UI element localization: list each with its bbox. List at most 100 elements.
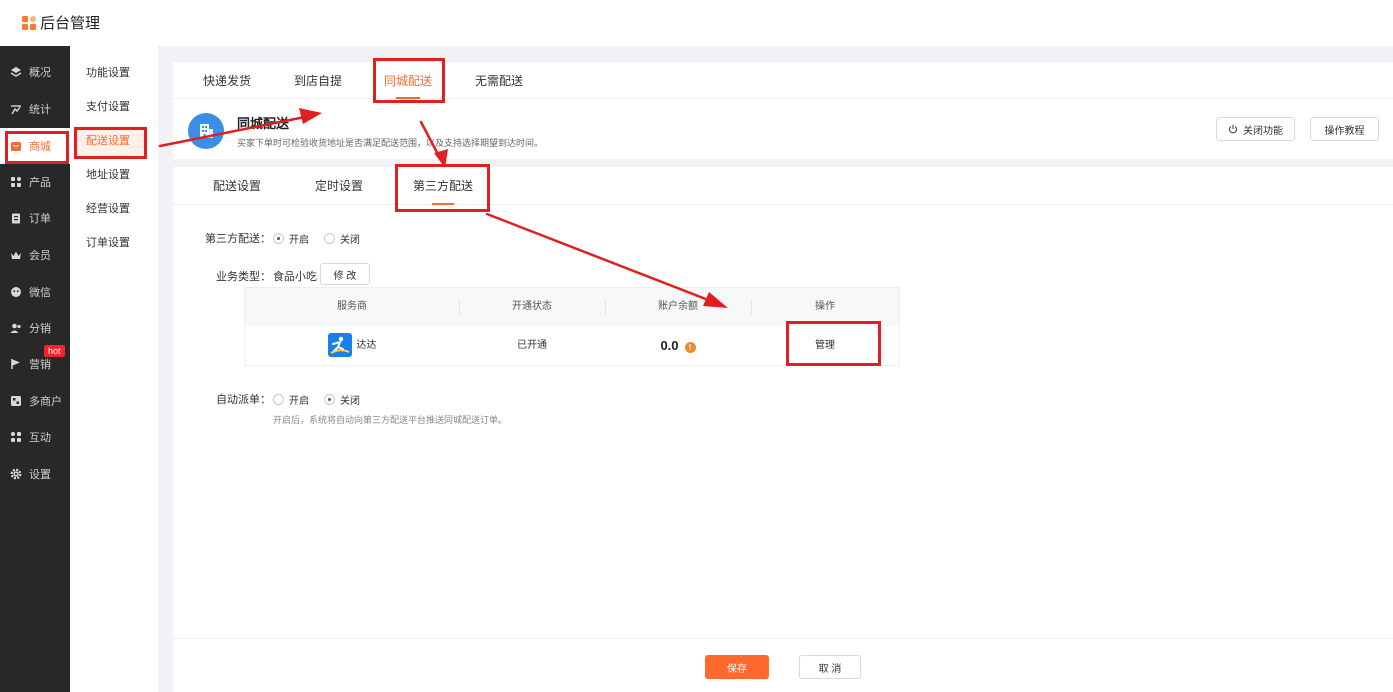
radio-dot [273, 394, 284, 405]
sidebar-item-label: 订单 [29, 213, 51, 225]
layers-icon [10, 66, 22, 78]
third-party-close-radio[interactable]: 关闭 [324, 231, 360, 246]
users-icon [10, 322, 22, 334]
sidebar-item-label: 设置 [29, 469, 51, 481]
manage-link[interactable]: 管理 [751, 326, 899, 365]
sidebar-item-label: 商城 [29, 141, 51, 153]
tab-third-party-delivery[interactable]: 第三方配送 [413, 167, 473, 205]
third-party-label: 第三方配送： [205, 233, 271, 245]
radio-label: 开启 [289, 235, 309, 246]
sidebar-item-marketing[interactable]: 营销 [0, 346, 70, 382]
cell-status: 已开通 [517, 340, 547, 351]
clipboard-icon [10, 212, 22, 224]
feature-description: 买家下单时可检验收货地址是否满足配送范围，以及支持选择期望到达时间。 [237, 138, 544, 148]
cell-balance: 0.0! [605, 326, 751, 365]
tab-delivery-settings[interactable]: 配送设置 [213, 167, 261, 205]
dada-logo-icon [327, 333, 352, 358]
form-footer: 保存 取 消 [173, 638, 1393, 692]
settings-tabs: 配送设置 定时设置 第三方配送 [173, 167, 1393, 205]
tutorial-button[interactable]: 操作教程 [1310, 117, 1379, 141]
header-action: 操作 [815, 301, 835, 312]
sidebar-item-label: 多商户 [29, 396, 62, 408]
sidebar-item-stats[interactable]: 统计 [0, 91, 70, 127]
sidebar-item-interaction[interactable]: 互动 [0, 419, 70, 455]
sidebar-item-label: 互动 [29, 432, 51, 444]
sidebar-item-products[interactable]: 产品 [0, 164, 70, 200]
third-party-open-radio[interactable]: 开启 [273, 231, 309, 246]
sidebar-item-overview[interactable]: 概况 [0, 54, 70, 90]
sidebar-item-label: 统计 [29, 104, 51, 116]
tab-express[interactable]: 快递发货 [203, 62, 251, 99]
sidebar-item-orders[interactable]: 订单 [0, 200, 70, 236]
delivery-type-card: 快递发货 到店自提 同城配送 无需配送 同城配送 买家下单时可检验收货地址是否满… [173, 62, 1393, 159]
subnav-item-function[interactable]: 功能设置 [74, 58, 146, 88]
header-provider: 服务商 [337, 301, 367, 312]
third-party-provider-table: 服务商 开通状态 账户余额 操作 达达 已开通 0.0! 管理 [244, 287, 900, 366]
modify-business-type-button[interactable]: 修 改 [320, 263, 370, 285]
header-status: 开通状态 [512, 301, 552, 312]
shop-icon [10, 140, 22, 152]
top-bar: 后台管理 [0, 0, 1393, 46]
radio-label: 开启 [289, 396, 309, 407]
wechat-icon [10, 286, 22, 298]
save-button[interactable]: 保存 [705, 655, 769, 679]
flag-icon [10, 358, 22, 370]
auto-dispatch-open-radio[interactable]: 开启 [273, 392, 309, 407]
store-icon [10, 395, 22, 407]
subnav-item-delivery[interactable]: 配送设置 [74, 126, 146, 156]
power-icon [1228, 124, 1238, 134]
provider-name: 达达 [356, 340, 377, 351]
radio-dot [324, 394, 335, 405]
subnav-item-payment[interactable]: 支付设置 [74, 92, 146, 122]
sidebar-item-multi-merchant[interactable]: 多商户 [0, 383, 70, 419]
sidebar-item-label: 微信 [29, 287, 51, 299]
business-type-label: 业务类型： [216, 271, 271, 283]
table-header: 服务商 开通状态 账户余额 操作 [245, 288, 899, 326]
info-icon[interactable]: ! [684, 341, 696, 353]
sidebar-item-wechat[interactable]: 微信 [0, 274, 70, 310]
radio-dot [273, 233, 284, 244]
subnav-item-business[interactable]: 经营设置 [74, 194, 146, 224]
gear-icon [10, 468, 22, 480]
interact-icon [10, 431, 22, 443]
close-feature-label: 关闭功能 [1243, 125, 1283, 137]
subnav-item-address[interactable]: 地址设置 [74, 160, 146, 190]
crown-icon [10, 249, 22, 261]
sidebar-item-settings[interactable]: 设置 [0, 456, 70, 492]
logo-icon [22, 15, 36, 30]
app-logo[interactable]: 后台管理 [22, 12, 100, 33]
app-title: 后台管理 [40, 15, 101, 32]
close-feature-button[interactable]: 关闭功能 [1216, 117, 1295, 141]
sidebar-item-label: 营销 [29, 359, 51, 371]
auto-dispatch-close-radio[interactable]: 关闭 [324, 392, 360, 407]
sidebar-item-members[interactable]: 会员 [0, 237, 70, 273]
delivery-type-tabs: 快递发货 到店自提 同城配送 无需配送 [173, 62, 1393, 99]
auto-dispatch-label: 自动派单： [216, 394, 271, 406]
cancel-button[interactable]: 取 消 [799, 655, 861, 679]
delivery-settings-card: 配送设置 定时设置 第三方配送 第三方配送： 开启 关闭 业务类型： 食品小吃 … [173, 167, 1393, 692]
radio-label: 关闭 [340, 396, 360, 407]
tab-pickup[interactable]: 到店自提 [294, 62, 342, 99]
business-type-value: 食品小吃 [273, 271, 317, 283]
auto-dispatch-hint: 开启后，系统将自动向第三方配送平台推送同城配送订单。 [273, 415, 508, 425]
radio-label: 关闭 [340, 235, 360, 246]
tab-no-delivery[interactable]: 无需配送 [475, 62, 523, 99]
sidebar-item-label: 分销 [29, 323, 51, 335]
sidebar: 概况 统计 商城 产品 订单 会员 微信 分销 hot 营销 多商户 互动 设置 [0, 46, 70, 692]
header-balance: 账户余额 [658, 301, 698, 312]
sidebar-item-shop[interactable]: 商城 [0, 128, 70, 164]
sub-navigation: 功能设置 支付设置 配送设置 地址设置 经营设置 订单设置 [70, 46, 158, 692]
chart-icon [10, 103, 22, 115]
sidebar-item-distribution[interactable]: 分销 [0, 310, 70, 346]
building-icon [188, 113, 224, 149]
sidebar-item-label: 概况 [29, 67, 51, 79]
tab-schedule-settings[interactable]: 定时设置 [315, 167, 363, 205]
sidebar-item-label: 会员 [29, 250, 51, 262]
tab-local-delivery[interactable]: 同城配送 [384, 62, 432, 99]
balance-value: 0.0 [660, 338, 679, 353]
feature-title: 同城配送 [237, 116, 290, 131]
sidebar-item-label: 产品 [29, 177, 51, 189]
cell-provider: 达达 [245, 326, 459, 365]
subnav-item-order[interactable]: 订单设置 [74, 228, 146, 258]
grid-icon [10, 176, 22, 188]
